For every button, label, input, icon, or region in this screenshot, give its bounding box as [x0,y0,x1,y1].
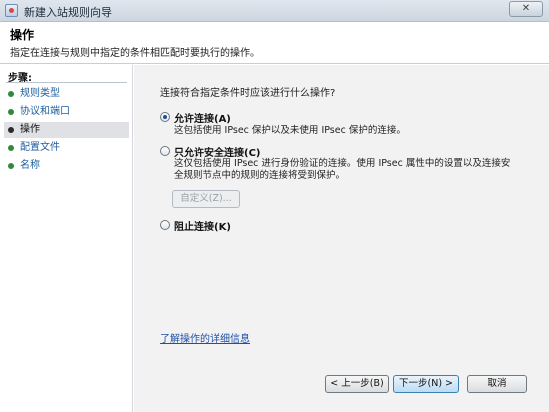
step-label: 名称 [20,160,40,171]
allow-connection-radio[interactable] [160,112,170,122]
block-connection-label[interactable]: 阻止连接(K) [174,218,231,233]
step-bullet-icon [8,145,14,151]
step-name[interactable]: 名称 [4,158,129,174]
step-bullet-icon [8,109,14,115]
secure-connection-label[interactable]: 只允许安全连接(C) [174,144,260,159]
step-label: 规则类型 [20,88,60,99]
window-title: 新建入站规则向导 [24,6,112,19]
firewall-app-icon [5,4,18,17]
steps-divider [6,82,127,83]
secure-connection-radio[interactable] [160,146,170,156]
secure-connection-description-line2: 全规则节点中的规则的连接将受到保护。 [174,170,346,181]
cancel-button[interactable]: 取消 [467,375,527,393]
main-panel: 连接符合指定条件时应该进行什么操作? 允许连接(A) 这包括使用 IPsec 保… [134,65,549,412]
customize-button[interactable]: 自定义(Z)... [172,190,240,208]
action-question: 连接符合指定条件时应该进行什么操作? [160,88,336,99]
step-bullet-icon [8,91,14,97]
next-button[interactable]: 下一步(N) > [393,375,459,393]
step-label: 配置文件 [20,142,60,153]
page-description: 指定在连接与规则中指定的条件相匹配时要执行的操作。 [10,48,260,59]
learn-more-link[interactable]: 了解操作的详细信息 [160,330,250,345]
secure-connection-description-line1: 这仅包括使用 IPsec 进行身份验证的连接。使用 IPsec 属性中的设置以及… [174,158,511,169]
close-button[interactable]: ✕ [509,1,543,17]
back-button[interactable]: < 上一步(B) [325,375,389,393]
block-connection-radio[interactable] [160,220,170,230]
allow-connection-description: 这包括使用 IPsec 保护以及未使用 IPsec 保护的连接。 [174,125,406,136]
page-title: 操作 [10,28,35,42]
step-bullet-icon [8,163,14,169]
title-bar: 新建入站规则向导 ✕ [0,0,549,22]
page-header: 操作 指定在连接与规则中指定的条件相匹配时要执行的操作。 [0,22,549,64]
step-bullet-icon [8,127,14,133]
step-protocol-ports[interactable]: 协议和端口 [4,104,129,120]
step-label: 协议和端口 [20,106,70,117]
step-rule-type[interactable]: 规则类型 [4,86,129,102]
step-profile[interactable]: 配置文件 [4,140,129,156]
steps-sidebar: 步骤: 规则类型 协议和端口 操作 配置文件 名称 [0,65,133,412]
step-label: 操作 [20,124,40,135]
step-action[interactable]: 操作 [4,122,129,138]
allow-connection-label[interactable]: 允许连接(A) [174,110,231,125]
